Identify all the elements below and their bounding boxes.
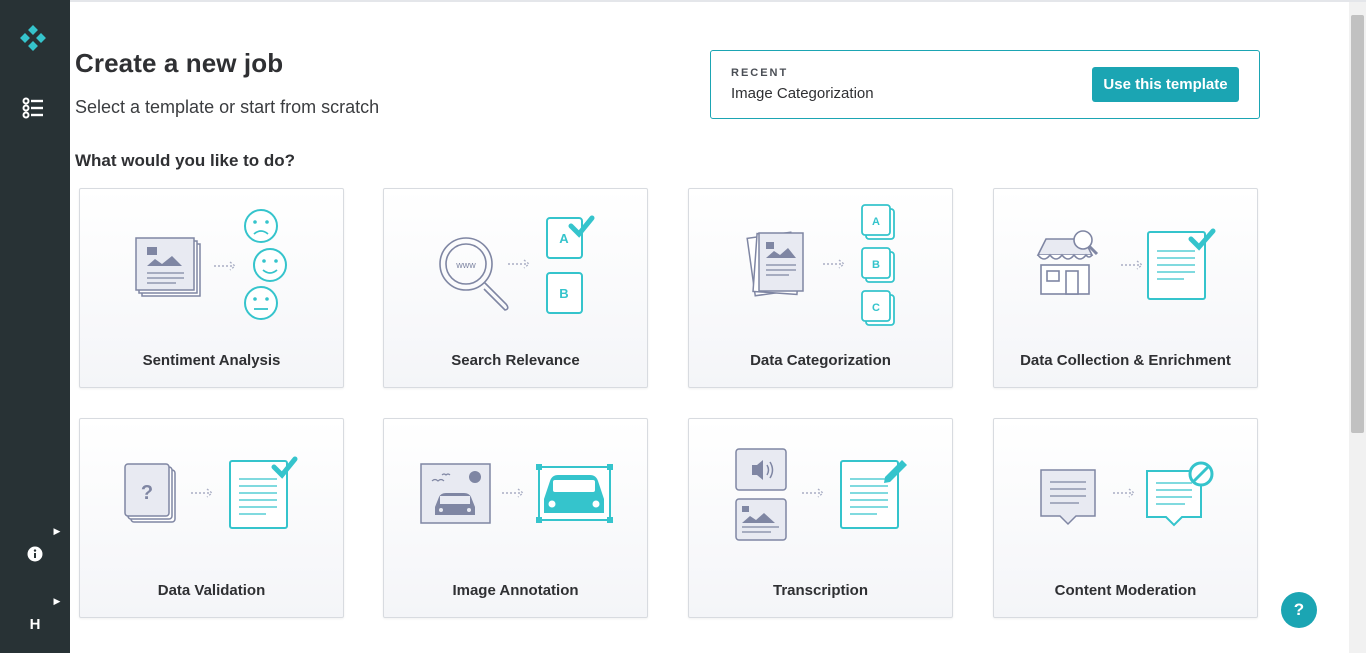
svg-text:C: C: [872, 302, 880, 314]
template-card-label: Data Validation: [157, 582, 266, 599]
template-card-label: Data Categorization: [750, 352, 891, 369]
template-card-label: Image Annotation: [452, 582, 579, 599]
recent-template-name: Image Categorization: [731, 85, 874, 102]
page-title: Create a new job: [75, 48, 284, 78]
template-card-sentiment-analysis[interactable]: Sentiment Analysis: [79, 188, 344, 388]
sentiment-analysis-illustration: [135, 209, 287, 320]
template-card-data-validation[interactable]: ? Data Validation: [79, 418, 344, 618]
svg-text:A: A: [559, 231, 569, 246]
image-annotation-illustration: [420, 463, 613, 524]
template-card-data-categorization[interactable]: A B C Data Categorization: [688, 188, 953, 388]
template-card-data-collection-enrichment[interactable]: Data Collection & Enrichment: [993, 188, 1258, 388]
template-card-label: Sentiment Analysis: [142, 352, 281, 369]
template-card-label: Data Collection & Enrichment: [1020, 352, 1231, 369]
section-heading: What would you like to do?: [75, 151, 296, 170]
template-card-search-relevance[interactable]: www A B Search Relevance: [383, 188, 648, 388]
data-categorization-illustration: A B C: [746, 204, 895, 326]
svg-text:B: B: [872, 259, 880, 271]
svg-text:?: ?: [141, 482, 153, 504]
data-validation-illustration: ?: [124, 456, 298, 529]
recent-label: RECENT: [731, 67, 789, 79]
content-moderation-illustration: [1040, 461, 1214, 527]
diamond-logo-icon[interactable]: [18, 23, 48, 53]
user-avatar[interactable]: H: [23, 612, 47, 636]
help-button[interactable]: ?: [1281, 592, 1317, 628]
svg-text:A: A: [872, 216, 880, 228]
recent-template-panel: RECENT Image Categorization Use this tem…: [710, 50, 1260, 119]
template-card-transcription[interactable]: Transcription: [688, 418, 953, 618]
use-template-button[interactable]: Use this template: [1092, 67, 1239, 102]
expand-caret-icon[interactable]: ▶: [52, 594, 62, 608]
expand-caret-icon[interactable]: ▶: [52, 524, 62, 538]
scrollbar-thumb[interactable]: [1351, 15, 1364, 433]
top-border: [0, 0, 1366, 2]
template-card-image-annotation[interactable]: Image Annotation: [383, 418, 648, 618]
search-relevance-illustration: www A B: [439, 215, 595, 314]
svg-text:www: www: [455, 260, 476, 270]
data-collection-illustration: [1036, 228, 1216, 300]
svg-text:B: B: [559, 286, 568, 301]
sidebar: ▶ ▶ H: [0, 0, 70, 653]
template-card-label: Transcription: [772, 582, 869, 599]
template-card-label: Content Moderation: [1054, 582, 1197, 599]
page-subtitle: Select a template or start from scratch: [75, 97, 380, 117]
template-card-label: Search Relevance: [451, 352, 580, 369]
info-icon[interactable]: [23, 543, 47, 565]
list-icon[interactable]: [20, 95, 46, 119]
transcription-illustration: [735, 448, 907, 541]
template-card-content-moderation[interactable]: Content Moderation: [993, 418, 1258, 618]
